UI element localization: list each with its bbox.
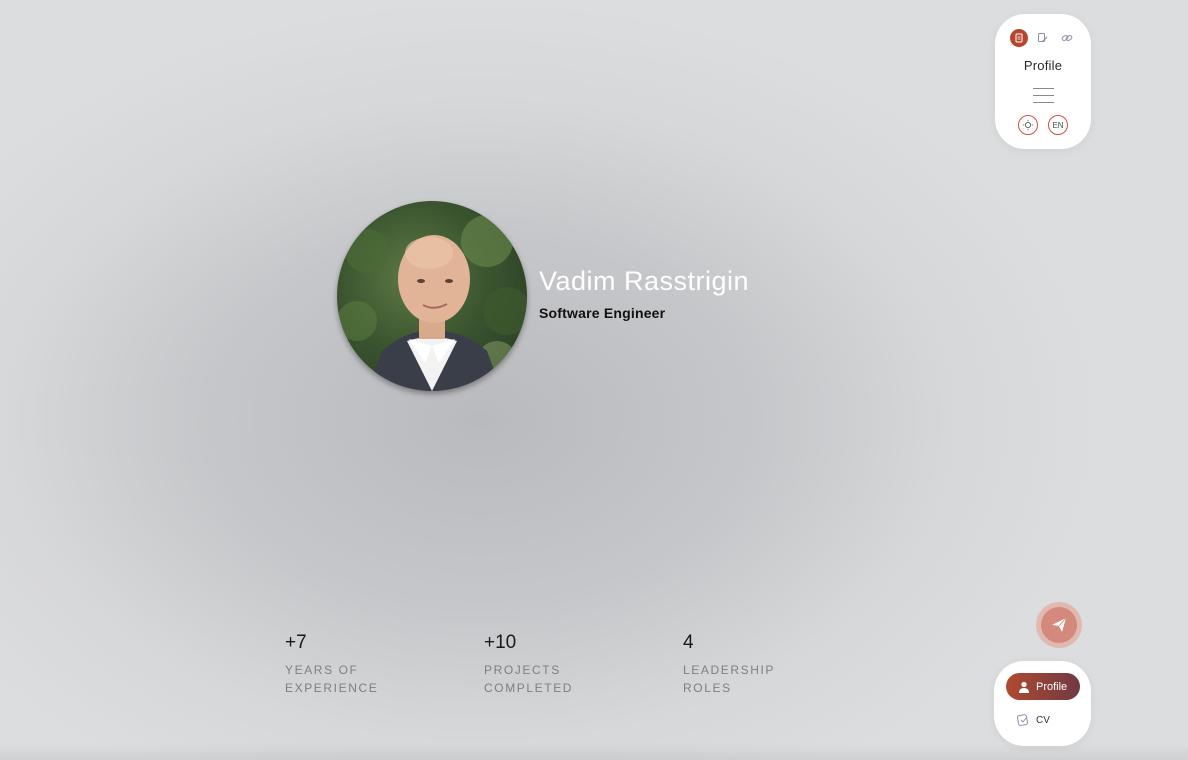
- stat-label: LEADERSHIP ROLES: [683, 661, 803, 697]
- document-icon: [1015, 33, 1023, 43]
- stat-label: PROJECTS COMPLETED: [484, 661, 604, 697]
- hamburger-menu-icon[interactable]: [1033, 88, 1054, 104]
- link-icon: [1061, 35, 1073, 41]
- stat-label-line: ROLES: [683, 681, 732, 695]
- avatar: [337, 201, 527, 391]
- stat-years: +7 YEARS OF EXPERIENCE: [285, 632, 405, 697]
- stat-label-line: PROJECTS: [484, 663, 561, 677]
- send-message-button[interactable]: [1036, 602, 1082, 648]
- language-button[interactable]: EN: [1048, 115, 1068, 135]
- stat-label-line: LEADERSHIP: [683, 663, 776, 677]
- nav-profile-button[interactable]: Profile: [1006, 673, 1080, 700]
- edit-icon: [1038, 33, 1048, 43]
- theme-toggle-button[interactable]: [1018, 115, 1038, 135]
- user-icon: [1019, 681, 1029, 693]
- tab-icons: [1010, 29, 1076, 47]
- stat-value: 4: [683, 632, 694, 653]
- paper-plane-icon: [1052, 617, 1067, 632]
- stat-label-line: COMPLETED: [484, 681, 574, 695]
- stat-projects: +10 PROJECTS COMPLETED: [484, 632, 604, 697]
- stat-label-line: EXPERIENCE: [285, 681, 379, 695]
- tab-edit[interactable]: [1034, 29, 1052, 47]
- sun-icon: [1022, 119, 1034, 131]
- cv-icon: [1017, 714, 1028, 726]
- menu-title: Profile: [1023, 58, 1063, 73]
- profile-name: Vadim Rasstrigin: [539, 266, 750, 296]
- send-button-inner: [1041, 607, 1077, 643]
- tab-document[interactable]: [1010, 29, 1028, 47]
- nav-profile-label: Profile: [1036, 680, 1068, 693]
- profile-role: Software Engineer: [539, 305, 666, 321]
- tab-link[interactable]: [1058, 29, 1076, 47]
- bottom-shade: [0, 744, 1188, 760]
- stat-label-line: YEARS OF: [285, 663, 359, 677]
- stat-value: +7: [285, 632, 307, 653]
- portrait-illustration: [337, 215, 527, 391]
- nav-cv-label: CV: [1036, 714, 1050, 726]
- stat-value: +10: [484, 632, 517, 653]
- nav-cv-button[interactable]: CV: [1016, 713, 1050, 727]
- stat-leadership: 4 LEADERSHIP ROLES: [683, 632, 803, 697]
- stat-label: YEARS OF EXPERIENCE: [285, 661, 405, 697]
